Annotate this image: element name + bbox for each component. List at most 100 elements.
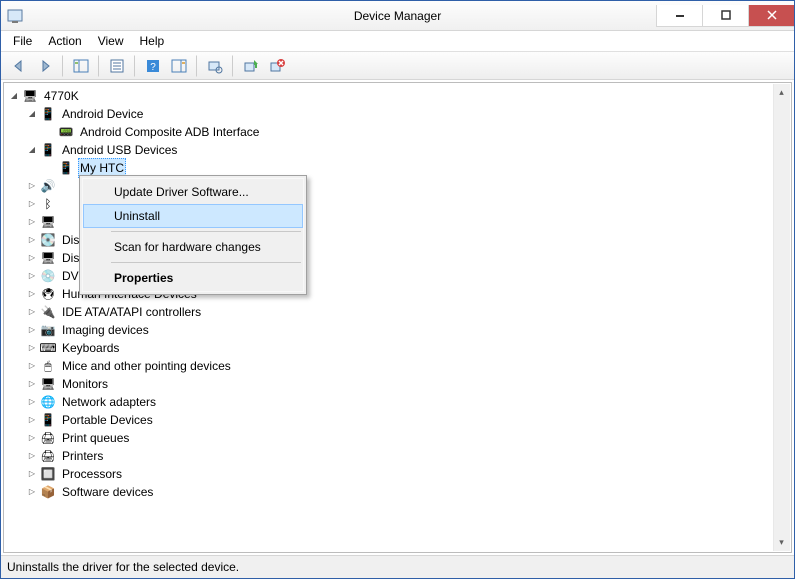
no-toggle — [44, 162, 56, 174]
menu-file[interactable]: File — [5, 32, 40, 50]
tree-android-adb[interactable]: 📟Android Composite ADB Interface — [8, 123, 791, 141]
expand-toggle-icon[interactable] — [26, 414, 38, 426]
printer-icon: 🖨 — [40, 448, 56, 464]
close-button[interactable] — [748, 5, 794, 27]
tree-item-label: Android Composite ADB Interface — [78, 123, 261, 141]
software-icon: 📦 — [40, 484, 56, 500]
expand-toggle-icon[interactable] — [26, 270, 38, 282]
menu-help[interactable]: Help — [132, 32, 173, 50]
show-hide-console-tree-button[interactable] — [69, 55, 93, 77]
tree-item-label: Keyboards — [60, 339, 121, 357]
monitor-icon: 🖥 — [40, 376, 56, 392]
tree-item-label: 4770K — [42, 87, 81, 105]
title-bar: Device Manager — [1, 1, 794, 31]
expand-toggle-icon[interactable] — [26, 450, 38, 462]
toolbar-separator — [196, 55, 198, 77]
device-tree[interactable]: 🖥4770K📱Android Device📟Android Composite … — [3, 82, 792, 553]
expand-toggle-icon[interactable] — [26, 306, 38, 318]
pc-icon: 🖥 — [40, 214, 56, 230]
menu-bar: File Action View Help — [1, 31, 794, 52]
forward-button[interactable] — [33, 55, 57, 77]
tree-item[interactable]: 🖱Mice and other pointing devices — [8, 357, 791, 375]
toolbar-separator — [62, 55, 64, 77]
tree-item-label: Android Device — [60, 105, 145, 123]
expand-toggle-icon[interactable] — [26, 432, 38, 444]
action-pane-button[interactable] — [167, 55, 191, 77]
tree-item[interactable]: 🖥Monitors — [8, 375, 791, 393]
context-menu-separator — [111, 262, 301, 263]
tree-item[interactable]: 🌐Network adapters — [8, 393, 791, 411]
expand-toggle-icon[interactable] — [26, 234, 38, 246]
tree-item[interactable]: 📷Imaging devices — [8, 321, 791, 339]
status-bar: Uninstalls the driver for the selected d… — [1, 556, 794, 578]
scroll-down-icon[interactable]: ▾ — [773, 534, 790, 551]
toolbar: ? — [1, 52, 794, 80]
bluetooth-icon: ᛒ — [40, 196, 56, 212]
expand-toggle-icon[interactable] — [26, 252, 38, 264]
tree-item[interactable]: 🔲Processors — [8, 465, 791, 483]
back-button[interactable] — [7, 55, 31, 77]
phone-icon: 📱 — [58, 160, 74, 176]
context-menu: Update Driver Software... Uninstall Scan… — [79, 175, 307, 295]
expand-toggle-icon[interactable] — [26, 216, 38, 228]
expand-toggle-icon[interactable] — [26, 486, 38, 498]
toolbar-separator — [98, 55, 100, 77]
display-icon: 🖥 — [40, 250, 56, 266]
vertical-scrollbar[interactable]: ▴ ▾ — [773, 84, 790, 551]
tree-item-label: Network adapters — [60, 393, 158, 411]
context-menu-uninstall[interactable]: Uninstall — [83, 204, 303, 228]
tree-item[interactable]: 🖨Printers — [8, 447, 791, 465]
tree-item-label: Portable Devices — [60, 411, 155, 429]
tree-item-label: Processors — [60, 465, 124, 483]
app-icon — [7, 8, 23, 24]
tree-item[interactable]: ⌨Keyboards — [8, 339, 791, 357]
collapse-toggle-icon[interactable] — [26, 144, 38, 156]
tree-item-label: IDE ATA/ATAPI controllers — [60, 303, 203, 321]
minimize-button[interactable] — [656, 5, 702, 27]
tree-item[interactable]: 🖨Print queues — [8, 429, 791, 447]
tree-item-label: Printers — [60, 447, 105, 465]
context-menu-properties[interactable]: Properties — [83, 266, 303, 290]
tree-item-label: Android USB Devices — [60, 141, 179, 159]
scroll-up-icon[interactable]: ▴ — [773, 84, 790, 101]
expand-toggle-icon[interactable] — [26, 360, 38, 372]
disk-icon: 💽 — [40, 232, 56, 248]
tree-item-label: Mice and other pointing devices — [60, 357, 233, 375]
collapse-toggle-icon[interactable] — [26, 108, 38, 120]
no-toggle — [44, 126, 56, 138]
tree-android-usb[interactable]: 📱Android USB Devices — [8, 141, 791, 159]
menu-action[interactable]: Action — [40, 32, 89, 50]
expand-toggle-icon[interactable] — [26, 342, 38, 354]
tree-root[interactable]: 🖥4770K — [8, 87, 791, 105]
properties-button[interactable] — [105, 55, 129, 77]
expand-toggle-icon[interactable] — [26, 468, 38, 480]
help-button[interactable]: ? — [141, 55, 165, 77]
menu-view[interactable]: View — [90, 32, 132, 50]
dvd-icon: 💿 — [40, 268, 56, 284]
mouse-icon: 🖱 — [40, 358, 56, 374]
tree-item-label: Imaging devices — [60, 321, 151, 339]
scan-hardware-button[interactable] — [203, 55, 227, 77]
update-driver-button[interactable] — [239, 55, 263, 77]
tree-item[interactable]: 📱Portable Devices — [8, 411, 791, 429]
toolbar-separator — [134, 55, 136, 77]
context-menu-update-driver[interactable]: Update Driver Software... — [83, 180, 303, 204]
uninstall-button[interactable] — [265, 55, 289, 77]
expand-toggle-icon[interactable] — [26, 198, 38, 210]
expand-toggle-icon[interactable] — [26, 396, 38, 408]
context-menu-separator — [111, 231, 301, 232]
hid-icon: 🖲 — [40, 286, 56, 302]
maximize-button[interactable] — [702, 5, 748, 27]
tree-android-device[interactable]: 📱Android Device — [8, 105, 791, 123]
adb-icon: 📟 — [58, 124, 74, 140]
context-menu-scan[interactable]: Scan for hardware changes — [83, 235, 303, 259]
expand-toggle-icon[interactable] — [26, 288, 38, 300]
expand-toggle-icon[interactable] — [26, 180, 38, 192]
toolbar-separator — [232, 55, 234, 77]
expand-toggle-icon[interactable] — [26, 324, 38, 336]
tree-item[interactable]: 🔌IDE ATA/ATAPI controllers — [8, 303, 791, 321]
expand-toggle-icon[interactable] — [26, 378, 38, 390]
tree-item[interactable]: 📦Software devices — [8, 483, 791, 501]
collapse-toggle-icon[interactable] — [8, 90, 20, 102]
tree-item-label: Print queues — [60, 429, 131, 447]
